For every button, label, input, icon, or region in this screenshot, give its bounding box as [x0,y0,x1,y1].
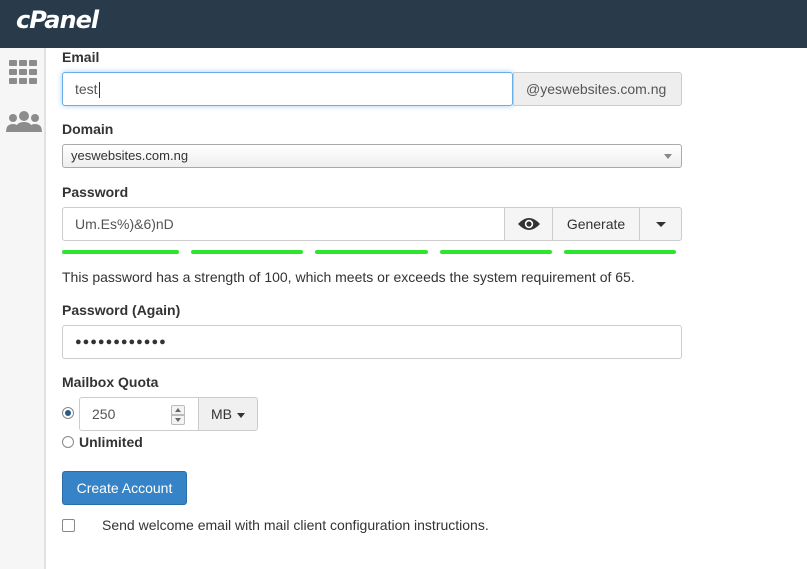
generate-password-button[interactable]: Generate [552,207,640,241]
cpanel-logo[interactable]: cPanel [16,6,99,34]
text-caret [98,82,100,99]
unlimited-label: Unlimited [79,434,143,450]
welcome-email-label: Send welcome email with mail client conf… [102,517,489,533]
caret-down-icon [237,413,245,418]
quota-unit: MB [211,406,232,422]
dropdown-arrow-icon [664,154,672,159]
strength-segment [315,250,428,254]
password-again-label: Password (Again) [62,302,181,318]
domain-label: Domain [62,121,114,137]
sidebar [0,48,46,569]
quota-value-radio[interactable] [62,407,74,419]
quota-unlimited-radio[interactable] [62,436,74,448]
mailbox-quota-label: Mailbox Quota [62,374,159,390]
password-label: Password [62,184,129,200]
stepper-down-icon[interactable] [171,415,185,425]
email-input[interactable]: test [62,72,513,106]
strength-segment [440,250,552,254]
caret-down-icon [655,222,666,227]
generate-options-button[interactable] [639,207,682,241]
users-icon[interactable] [6,110,42,139]
password-again-input[interactable]: ●●●●●●●●●●●● [62,325,682,359]
welcome-email-checkbox[interactable] [62,519,75,532]
email-label: Email [62,49,100,65]
grid-icon[interactable] [9,60,39,91]
email-value: test [75,81,98,97]
domain-select[interactable]: yeswebsites.com.ng [62,144,682,168]
strength-segment [62,250,179,254]
quota-stepper[interactable] [171,405,185,425]
quota-unit-button[interactable]: MB [198,397,258,431]
show-password-button[interactable] [504,207,553,241]
top-header: cPanel [0,0,807,48]
password-input[interactable]: Um.Es%)&6)nD [62,207,505,241]
strength-segment [191,250,303,254]
stepper-up-icon[interactable] [171,405,185,415]
domain-selected: yeswebsites.com.ng [71,148,189,163]
email-domain-suffix: @yeswebsites.com.ng [513,72,682,106]
password-strength-message: This password has a strength of 100, whi… [62,269,635,285]
quota-value: 250 [92,406,116,422]
create-account-button[interactable]: Create Account [62,471,187,505]
eye-icon [518,218,540,230]
strength-segment [564,250,676,254]
